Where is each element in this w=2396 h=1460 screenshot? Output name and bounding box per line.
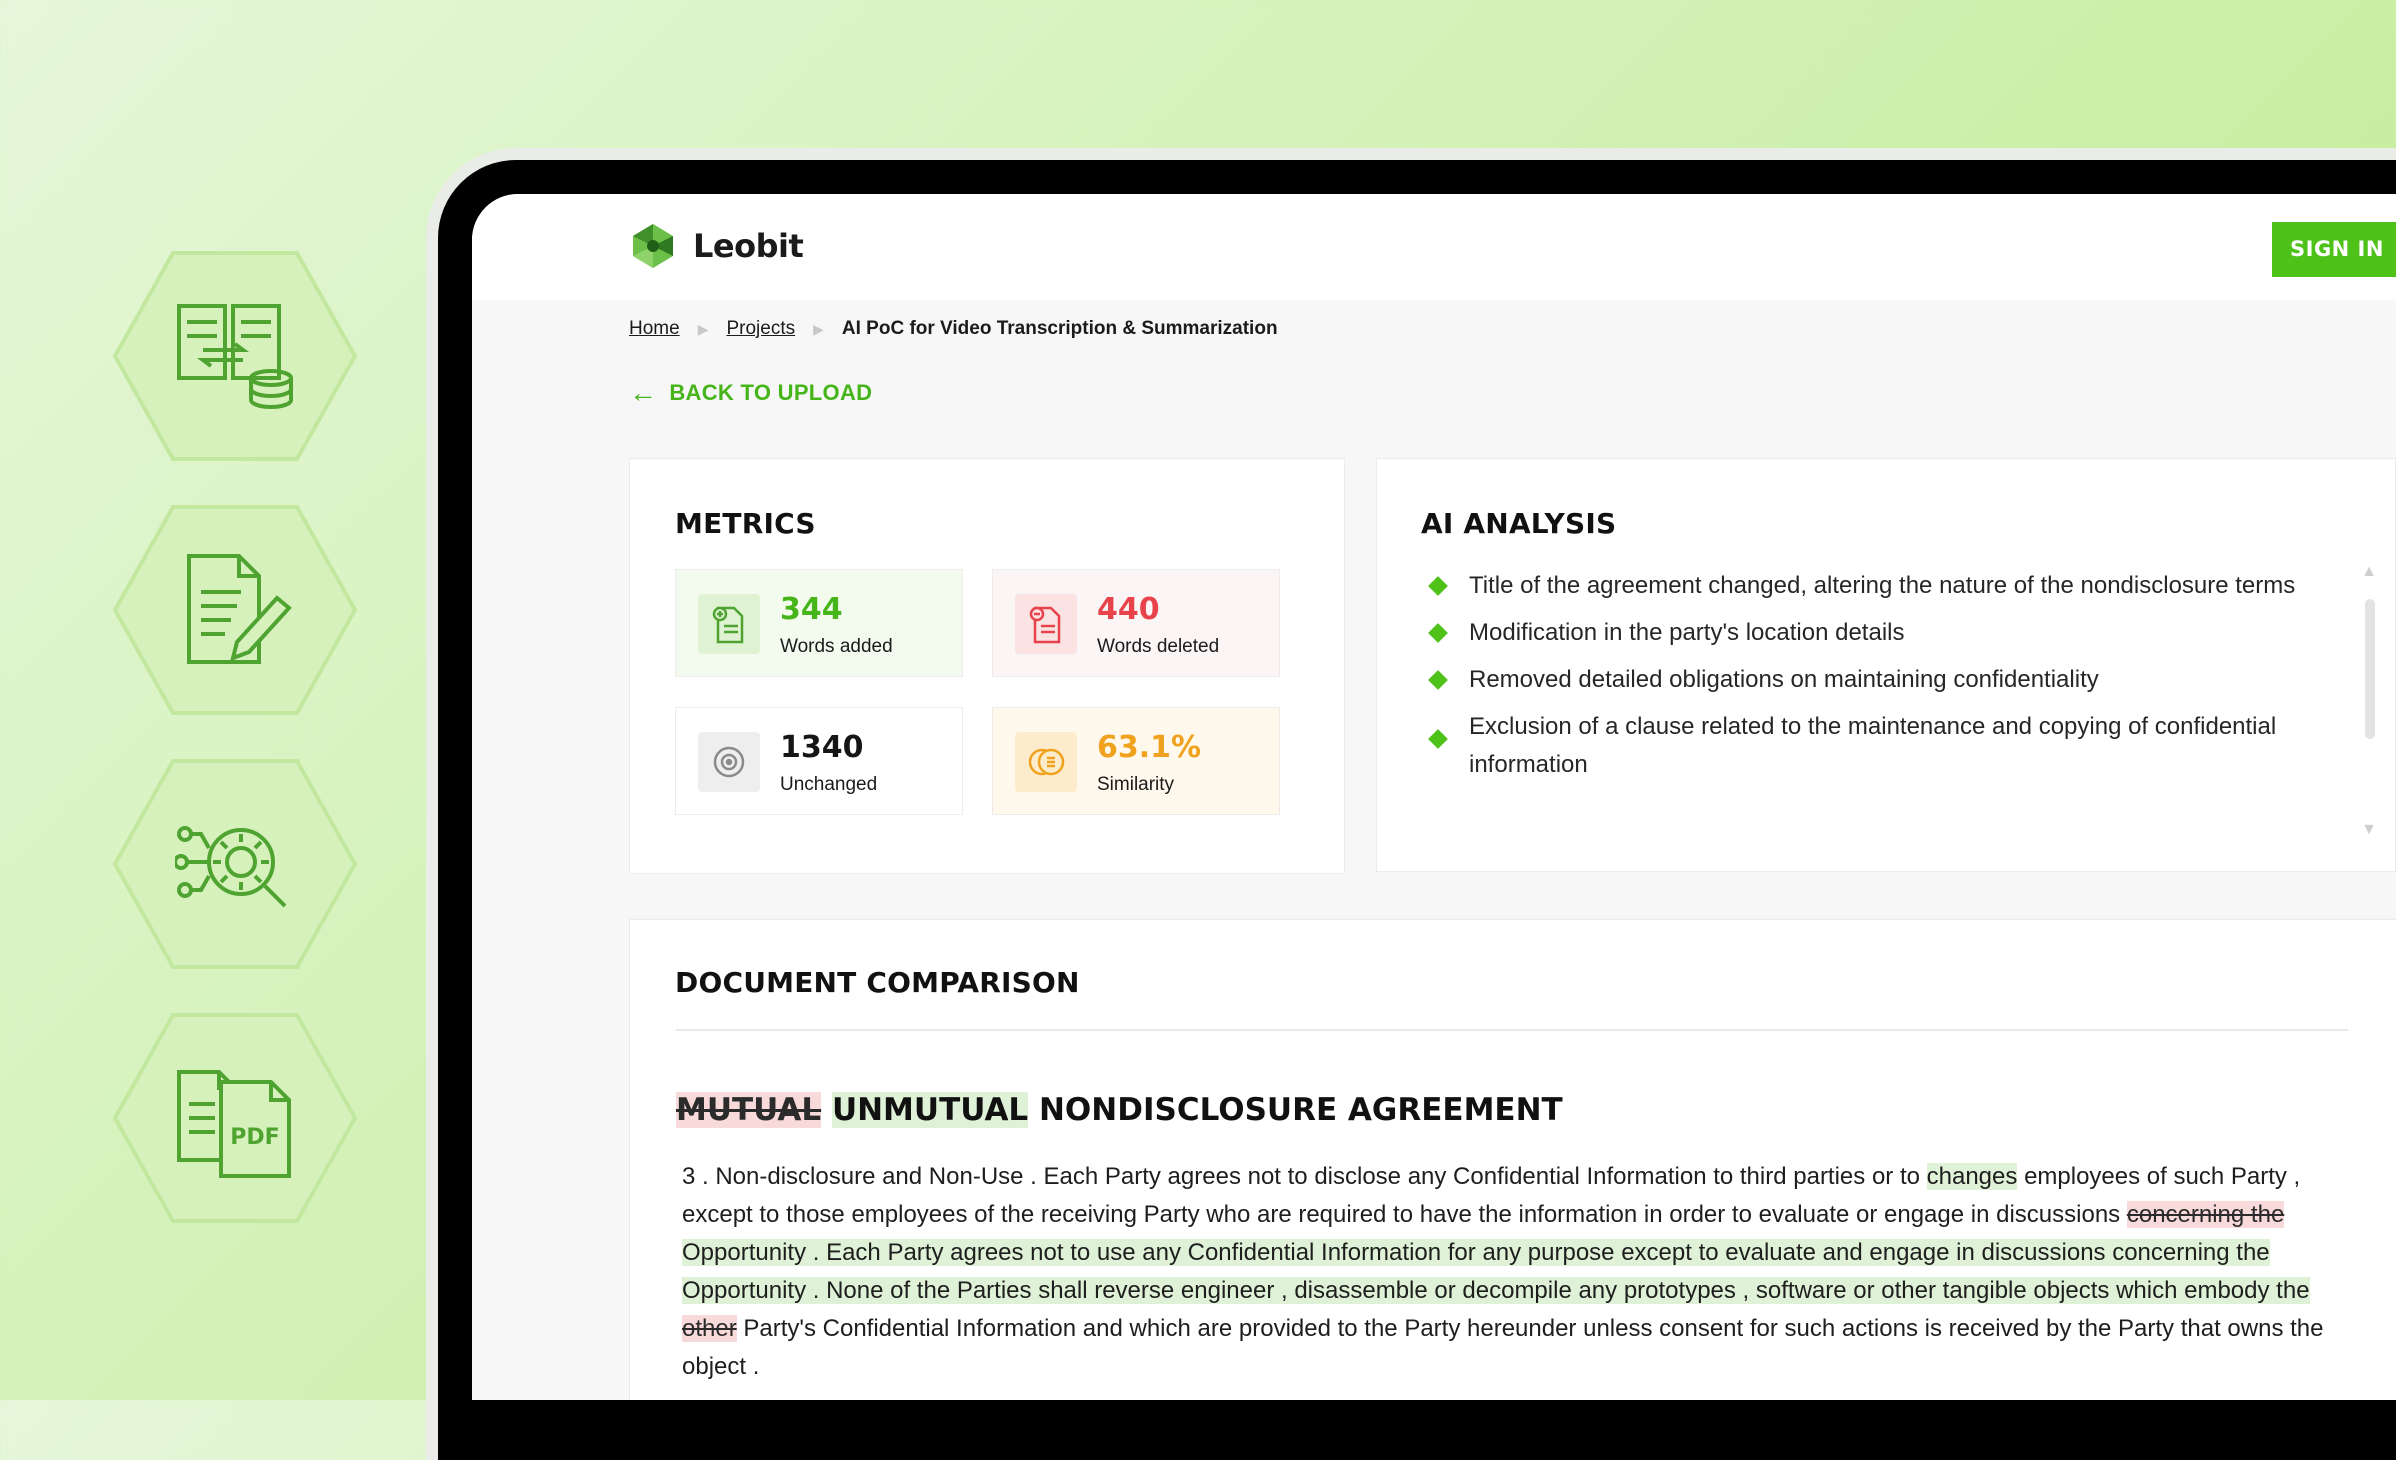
document-comparison-card: DOCUMENT COMPARISON MUTUAL UNMUTUAL NOND… (629, 919, 2396, 1400)
hex-tile (112, 758, 358, 970)
metrics-title: METRICS (675, 507, 816, 540)
list-item-text: Exclusion of a clause related to the mai… (1469, 713, 2277, 778)
diamond-bullet-icon (1428, 670, 1448, 690)
pdf-document-icon: PDF (177, 1070, 291, 1178)
metric-value: 1340 (780, 730, 864, 765)
metric-label: Similarity (1097, 774, 1175, 795)
scrollbar-thumb[interactable] (2365, 599, 2375, 739)
list-item: Exclusion of a clause related to the mai… (1421, 708, 2301, 784)
metric-value: 63.1% (1097, 730, 1202, 765)
ai-gear-search-icon (175, 826, 287, 908)
hex-tile (112, 504, 358, 716)
list-item: Modification in the party's location det… (1421, 614, 2301, 652)
document-heading: MUTUAL UNMUTUAL NONDISCLOSURE AGREEMENT (676, 1092, 1563, 1128)
list-item-text: Removed detailed obligations on maintain… (1469, 666, 2099, 693)
ai-analysis-list: Title of the agreement changed, altering… (1421, 567, 2301, 793)
deleted-text: MUTUAL (676, 1092, 822, 1128)
hex-tile: PDF (112, 1012, 358, 1224)
deleted-text: concerning the (2126, 1201, 2285, 1228)
metric-value: 344 (780, 592, 843, 627)
metric-value: 440 (1097, 592, 1160, 627)
breadcrumb: Home ▶ Projects ▶ AI PoC for Video Trans… (629, 318, 1278, 340)
heading-text: NONDISCLOSURE AGREEMENT (1038, 1092, 1563, 1128)
leobit-logo-icon (633, 224, 673, 268)
metric-label: Words deleted (1097, 636, 1220, 657)
breadcrumb-projects[interactable]: Projects (726, 318, 795, 340)
body-text: Party's Confidential Information and whi… (682, 1315, 2324, 1380)
diamond-bullet-icon (1428, 729, 1448, 749)
arrow-left-icon: ← (629, 377, 658, 408)
sign-in-button[interactable]: SIGN IN (2272, 222, 2396, 277)
metric-words-added: 344 Words added (675, 569, 963, 677)
metrics-card: METRICS 344 Words added 440 Words delete… (629, 458, 1345, 874)
chevron-right-icon: ▶ (697, 320, 709, 337)
metric-words-deleted: 440 Words deleted (992, 569, 1280, 677)
chevron-right-icon: ▶ (813, 320, 824, 337)
document-edit-icon (187, 554, 292, 664)
document-comparison-title: DOCUMENT COMPARISON (675, 966, 1080, 999)
metric-similarity: 63.1% Similarity (992, 707, 1280, 815)
target-icon (698, 732, 760, 792)
hex-tile (112, 250, 358, 462)
list-item-text: Modification in the party's location det… (1469, 619, 1905, 646)
list-item: Removed detailed obligations on maintain… (1421, 661, 2301, 699)
divider (676, 1029, 2348, 1031)
breadcrumb-current: AI PoC for Video Transcription & Summari… (841, 318, 1278, 339)
inserted-text: UNMUTUAL (831, 1092, 1029, 1128)
diamond-bullet-icon (1428, 623, 1448, 643)
ai-analysis-title: AI ANALYSIS (1421, 507, 1617, 540)
back-to-upload-link[interactable]: ← BACK TO UPLOAD (629, 377, 873, 408)
scroll-down-icon[interactable]: ▼ (2361, 821, 2377, 839)
app-screen: Leobit SIGN IN Home ▶ Projects ▶ AI PoC … (472, 194, 2396, 1400)
list-item-text: Title of the agreement changed, altering… (1469, 572, 2296, 599)
inserted-text: Opportunity . Each Party agrees not to u… (682, 1239, 2310, 1304)
body-text: 3 . Non-disclosure and Non-Use . Each Pa… (682, 1163, 1920, 1190)
diamond-bullet-icon (1428, 576, 1448, 596)
metric-label: Words added (780, 636, 893, 657)
inserted-text: changes (1926, 1163, 2018, 1190)
metric-label: Unchanged (780, 774, 878, 795)
pdf-label: PDF (230, 1125, 279, 1150)
coins-icon (1015, 732, 1077, 792)
document-remove-icon (1015, 594, 1077, 654)
ai-analysis-card: AI ANALYSIS Title of the agreement chang… (1376, 458, 2396, 872)
metric-unchanged: 1340 Unchanged (675, 707, 963, 815)
breadcrumb-home[interactable]: Home (629, 318, 680, 340)
document-add-icon (698, 594, 760, 654)
list-item: Title of the agreement changed, altering… (1421, 567, 2301, 605)
top-bar: Leobit SIGN IN (472, 194, 2396, 300)
deleted-text: other (682, 1315, 737, 1342)
document-body: 3 . Non-disclosure and Non-Use . Each Pa… (682, 1158, 2342, 1386)
back-label: BACK TO UPLOAD (669, 380, 873, 405)
scroll-up-icon[interactable]: ▲ (2361, 563, 2377, 581)
brand-name: Leobit (693, 227, 804, 265)
document-database-icon (177, 304, 293, 409)
logo[interactable]: Leobit (629, 222, 804, 270)
